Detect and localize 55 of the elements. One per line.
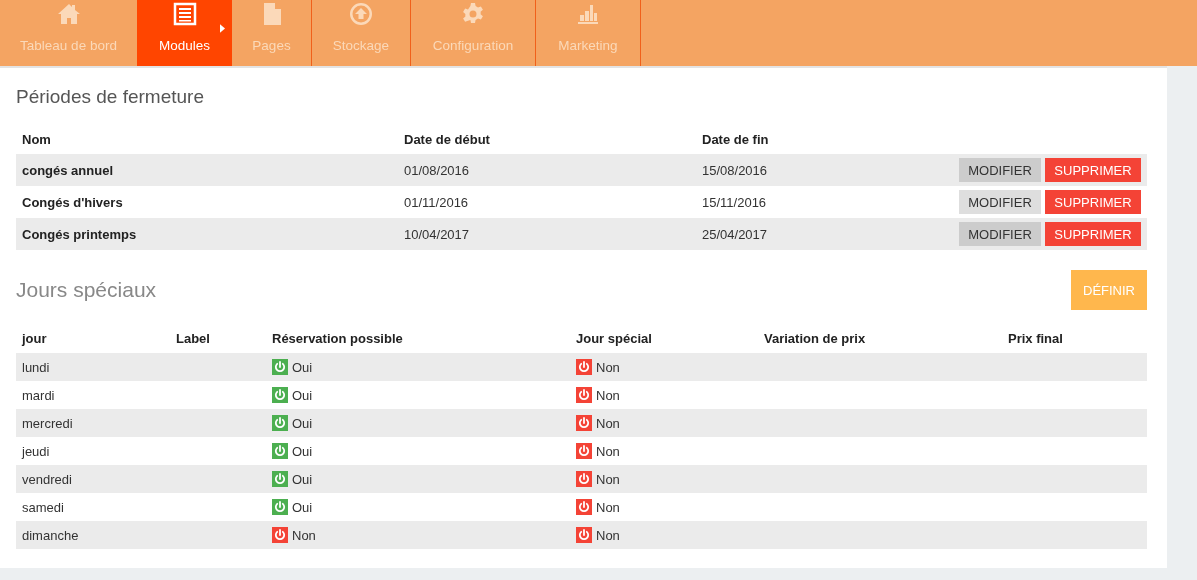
table-cell-text: Congés printemps	[22, 226, 138, 242]
status-text: Non	[596, 527, 620, 543]
table-cell-text: 25/04/2017	[702, 226, 769, 242]
section-title: Périodes de fermeture	[16, 86, 205, 108]
column-header: Réservation possible	[272, 331, 404, 346]
column-header: Label	[176, 331, 211, 346]
column-header: Date de début	[404, 132, 491, 147]
define-button[interactable]: DÉFINIR	[1071, 270, 1147, 310]
table-cell-text: Congés d'hivers	[22, 194, 124, 210]
table-cell-text: mercredi	[22, 415, 74, 431]
table-cell-text: vendredi	[22, 471, 73, 487]
status-text: Oui	[292, 471, 313, 487]
status-text: Oui	[292, 359, 313, 375]
status-text: Non	[596, 359, 620, 375]
table-cell-text: dimanche	[22, 527, 80, 543]
table-cell-text: 01/08/2016	[404, 162, 471, 178]
list-icon	[172, 2, 197, 26]
gear-icon	[461, 2, 485, 26]
column-header: Variation de prix	[764, 331, 867, 346]
section-title: Jours spéciaux	[16, 278, 157, 302]
delete-button[interactable]: SUPPRIMER	[1045, 190, 1141, 214]
house-icon	[56, 2, 81, 26]
status-text: Oui	[292, 443, 313, 459]
status-text: Non	[596, 387, 620, 403]
status-text: Oui	[292, 499, 313, 515]
table-cell-text: 15/11/2016	[702, 194, 768, 210]
table-cell-text: lundi	[22, 359, 51, 375]
upload-icon	[349, 2, 373, 26]
table-cell-text: congés annuel	[22, 162, 115, 178]
column-header: Jour spécial	[576, 331, 653, 346]
table-cell-text: jeudi	[22, 443, 51, 459]
table-cell-text: 15/08/2016	[702, 162, 769, 178]
status-text: Non	[596, 499, 620, 515]
column-header: Prix final	[1008, 331, 1064, 346]
nav-tab[interactable]: Modules	[137, 0, 232, 66]
status-text: Non	[596, 443, 620, 459]
status-text: Oui	[292, 415, 313, 431]
status-text: Non	[596, 471, 620, 487]
status-text: Non	[596, 415, 620, 431]
column-header: jour	[22, 331, 48, 346]
column-header: Nom	[22, 132, 52, 147]
modify-button[interactable]: MODIFIER	[959, 190, 1041, 214]
bar-chart-icon	[576, 2, 600, 26]
modify-button[interactable]: MODIFIER	[959, 158, 1041, 182]
table-cell-text: 01/11/2016	[404, 194, 470, 210]
status-text: Non	[292, 527, 316, 543]
delete-button[interactable]: SUPPRIMER	[1045, 158, 1141, 182]
table-cell-text: 10/04/2017	[404, 226, 471, 242]
modify-button[interactable]: MODIFIER	[959, 222, 1041, 246]
column-header: Date de fin	[702, 132, 770, 147]
table-cell-text: samedi	[22, 499, 65, 515]
status-text: Oui	[292, 387, 313, 403]
table-cell-text: mardi	[22, 387, 56, 403]
delete-button[interactable]: SUPPRIMER	[1045, 222, 1141, 246]
caret-icon	[220, 24, 225, 33]
